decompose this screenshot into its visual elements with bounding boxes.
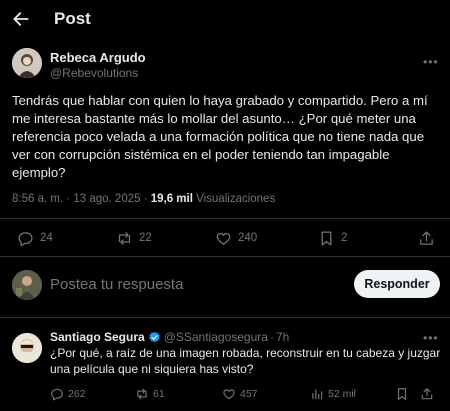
comment-header: Santiago Segura @SSantiagosegura · 7h	[50, 330, 289, 344]
tweet-text: Tendrás que hablar con quien lo haya gra…	[12, 93, 428, 180]
tweet-meta: 8:56 a. m. · 13 ago. 2025 · 19,6 mil Vis…	[12, 193, 275, 205]
comment-separator: ·	[269, 330, 274, 344]
author-avatar[interactable]	[12, 48, 42, 78]
divider	[0, 317, 450, 318]
like-icon	[216, 232, 231, 245]
bookmark-button[interactable]: 2	[318, 229, 347, 247]
comment-repost-button[interactable]: 61	[135, 386, 165, 402]
repost-button[interactable]: 22	[116, 229, 152, 247]
timestamp[interactable]: 8:56 a. m. · 13 ago. 2025 ·	[12, 193, 151, 205]
comment-like-count: 457	[240, 388, 258, 400]
comment-avatar[interactable]	[12, 333, 42, 363]
reply-icon	[18, 231, 33, 246]
back-arrow-icon[interactable]	[11, 9, 31, 29]
reply-count: 24	[40, 232, 53, 244]
comment-reply-button[interactable]: 262	[50, 386, 86, 402]
comment-bookmark-button[interactable]	[395, 386, 413, 402]
user-avatar[interactable]	[12, 270, 42, 300]
comment-repost-count: 61	[153, 388, 165, 400]
submit-reply-button[interactable]: Responder	[354, 270, 440, 298]
divider	[0, 256, 450, 257]
bookmark-icon	[321, 230, 332, 246]
views-count: 19,6 mil	[150, 193, 193, 205]
more-icon[interactable]: •••	[423, 55, 439, 69]
repost-icon	[118, 231, 131, 245]
page-title: Post	[54, 9, 91, 28]
more-icon[interactable]: •••	[423, 331, 439, 345]
views-label: Visualizaciones	[192, 193, 276, 205]
views-icon	[312, 389, 323, 400]
reply-button[interactable]: 24	[17, 229, 53, 247]
comment-reply-count: 262	[68, 388, 86, 400]
reply-icon	[51, 388, 63, 401]
bookmark-count: 2	[341, 232, 348, 244]
share-icon	[420, 230, 433, 245]
comment-like-button[interactable]: 457	[222, 386, 258, 402]
comment-author-handle[interactable]: @SSantiagosegura	[164, 330, 268, 344]
author-handle[interactable]: @Rebevolutions	[50, 66, 138, 80]
comment-text: ¿Por qué, a raíz de una imagen robada, r…	[50, 346, 441, 376]
share-button[interactable]	[418, 229, 441, 247]
comment-share-button[interactable]	[420, 386, 438, 402]
reply-input[interactable]	[50, 276, 249, 293]
comment-views-count: 52 mil	[328, 388, 357, 400]
comment-views-button[interactable]: 52 mil	[310, 386, 356, 402]
like-button[interactable]: 240	[215, 229, 257, 247]
comment-author-name[interactable]: Santiago Segura	[50, 330, 145, 344]
author-name[interactable]: Rebeca Argudo	[50, 50, 146, 65]
verified-icon	[148, 331, 160, 342]
comment-time[interactable]: 7h	[276, 330, 289, 344]
like-count: 240	[238, 232, 258, 244]
like-icon	[223, 389, 235, 400]
repost-count: 22	[139, 232, 152, 244]
divider	[0, 218, 450, 219]
share-icon	[421, 388, 433, 400]
header: Post	[0, 0, 450, 40]
bookmark-icon	[397, 388, 407, 400]
repost-icon	[137, 388, 147, 400]
